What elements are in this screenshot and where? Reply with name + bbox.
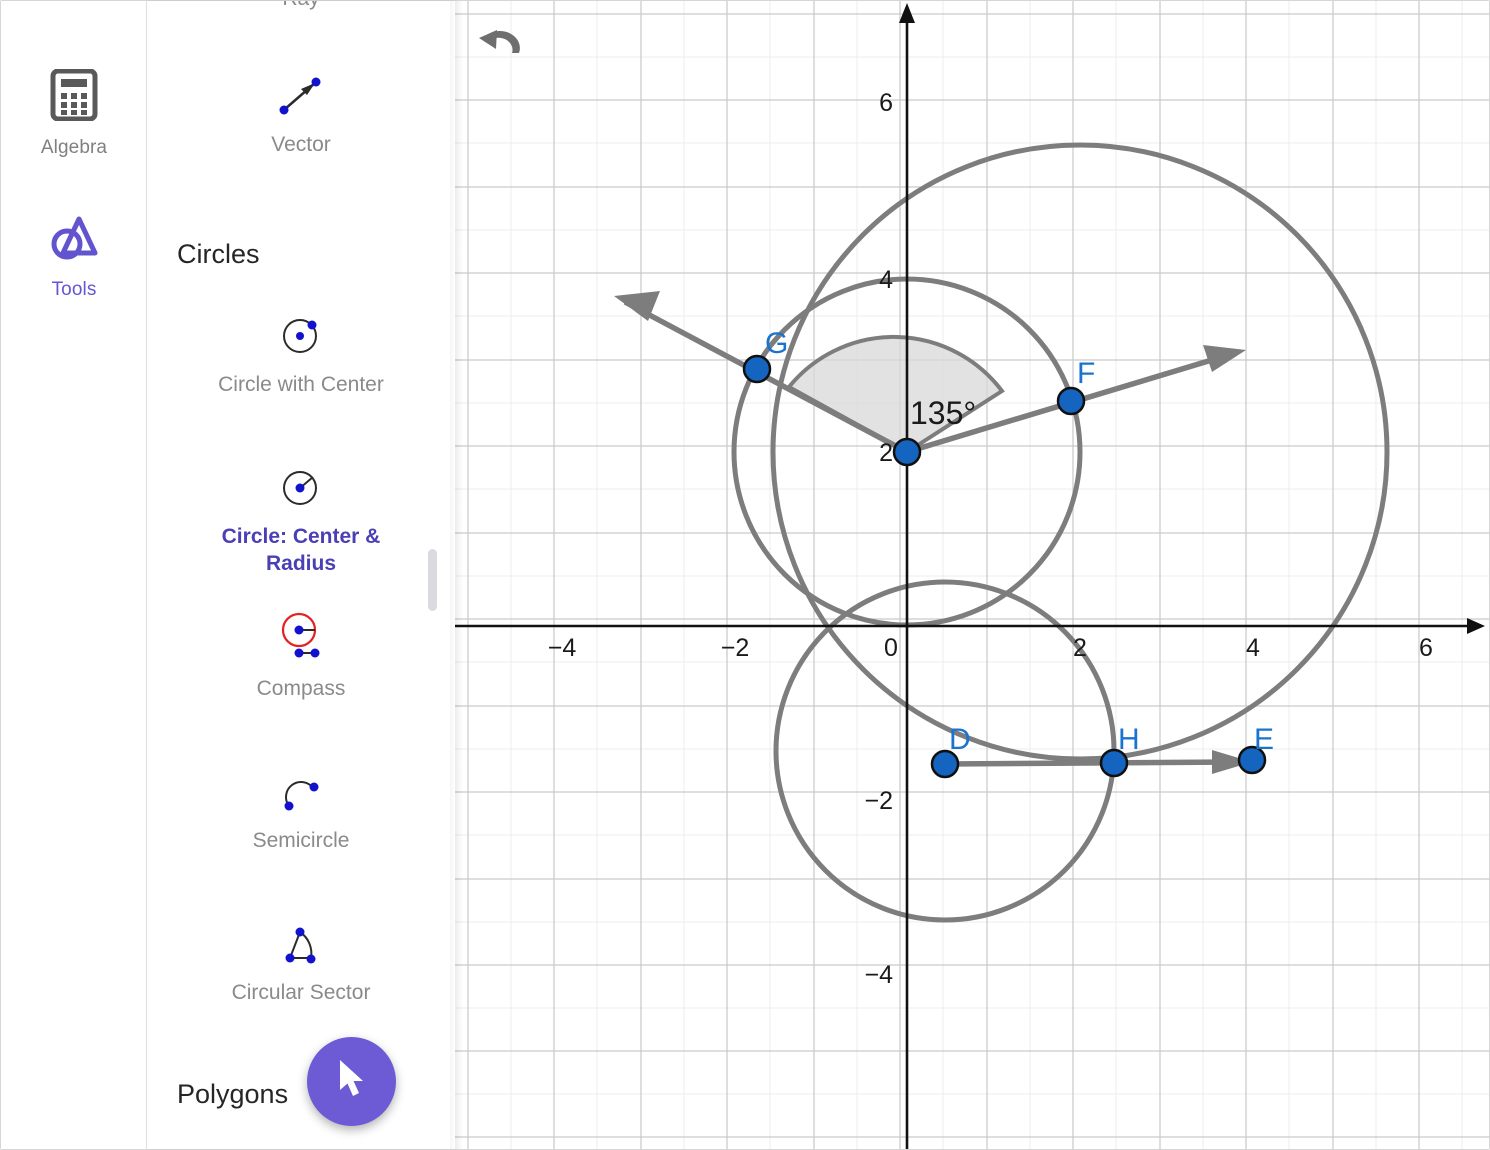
tool-entry-compass[interactable]: Compass xyxy=(147,611,455,702)
pointer-tool-fab[interactable] xyxy=(307,1037,396,1126)
compass-icon xyxy=(271,611,331,669)
x-axis-arrowhead xyxy=(1467,618,1485,634)
tool-group-label: Polygons xyxy=(177,1079,289,1109)
rail-item-tools[interactable]: Tools xyxy=(1,213,147,301)
tool-entry-vector[interactable]: Vector xyxy=(147,67,455,158)
y-tick-label: −2 xyxy=(864,787,893,815)
rail-item-algebra[interactable]: Algebra xyxy=(1,68,147,159)
point-label-F: F xyxy=(1077,357,1095,390)
x-tick-label: −2 xyxy=(721,634,750,662)
grid-minor xyxy=(455,1,1489,1149)
geogebra-app-window: Algebra Tools Ray xyxy=(0,0,1490,1150)
tool-group-label: Circles xyxy=(177,239,260,269)
x-tick-label: 0 xyxy=(884,634,898,662)
graphics-view[interactable]: −4 −2 0 2 4 6 6 4 2 −2 −4 135° G F D H E xyxy=(455,1,1489,1149)
semicircle-icon xyxy=(273,763,329,821)
grid-major xyxy=(455,1,1489,1149)
point-B xyxy=(892,437,922,467)
pointer-cursor-icon xyxy=(332,1057,372,1106)
circle-center-radius-icon xyxy=(273,459,329,517)
undo-button[interactable] xyxy=(475,27,531,77)
tool-entry-circle-with-center[interactable]: Circle with Center xyxy=(147,307,455,398)
graph-svg: −4 −2 0 2 4 6 6 4 2 −2 −4 135° G F D H E xyxy=(455,1,1489,1149)
tool-label: Circular Sector xyxy=(231,981,371,1004)
tool-group-polygons: Polygons xyxy=(177,1079,288,1110)
circular-sector-icon xyxy=(273,915,329,973)
vector-icon xyxy=(273,67,329,125)
angle-value-label: 135° xyxy=(910,395,976,431)
tool-label: Ray xyxy=(196,1,406,12)
x-axis-tick-labels: −4 −2 0 2 4 6 xyxy=(548,634,1433,662)
tool-entry-ray[interactable]: Ray xyxy=(147,1,455,12)
geogebra-tools-icon xyxy=(48,213,100,268)
x-tick-label: −4 xyxy=(548,634,577,662)
y-tick-label: 4 xyxy=(879,266,893,294)
circle-with-center-icon xyxy=(273,307,329,365)
tool-label: Semicircle xyxy=(252,829,350,852)
tool-list-panel: Ray Vector Circles xyxy=(147,1,455,1149)
tool-entry-circular-sector[interactable]: Circular Sector xyxy=(147,915,455,1006)
y-tick-label: −4 xyxy=(864,961,893,989)
tool-group-circles: Circles xyxy=(177,239,260,270)
axes xyxy=(455,9,1479,1149)
rail-item-label: Tools xyxy=(51,279,97,300)
x-tick-label: 6 xyxy=(1419,634,1433,662)
y-axis-tick-labels: 6 4 2 −2 −4 xyxy=(864,89,893,989)
plot-points[interactable] xyxy=(742,354,1267,779)
undo-arrow-icon xyxy=(475,27,531,71)
y-tick-label: 2 xyxy=(879,439,893,467)
vector-DE-line[interactable] xyxy=(944,759,1238,767)
point-label-G: G xyxy=(765,327,788,360)
rail-item-label: Algebra xyxy=(40,137,108,158)
tool-label: Compass xyxy=(256,677,346,700)
x-tick-label: 2 xyxy=(1073,634,1087,662)
point-F xyxy=(1056,386,1086,416)
point-label-E: E xyxy=(1254,723,1274,756)
y-tick-label: 6 xyxy=(879,89,893,117)
tool-label: Circle with Center xyxy=(218,373,384,396)
tool-label: Vector xyxy=(271,133,331,156)
tool-label: Circle: Center & Radius xyxy=(221,525,381,575)
tool-panel-scrollbar[interactable] xyxy=(428,549,437,611)
tool-entry-semicircle[interactable]: Semicircle xyxy=(147,763,455,854)
x-tick-label: 4 xyxy=(1246,634,1260,662)
point-label-H: H xyxy=(1118,723,1140,756)
left-icon-rail: Algebra Tools xyxy=(1,1,147,1149)
tool-entry-circle-center-radius[interactable]: Circle: Center & Radius xyxy=(147,459,455,577)
y-axis-arrowhead xyxy=(899,3,915,23)
calculator-icon xyxy=(50,68,98,126)
ray-BF-arrowhead xyxy=(1203,345,1246,372)
point-label-D: D xyxy=(949,723,971,756)
